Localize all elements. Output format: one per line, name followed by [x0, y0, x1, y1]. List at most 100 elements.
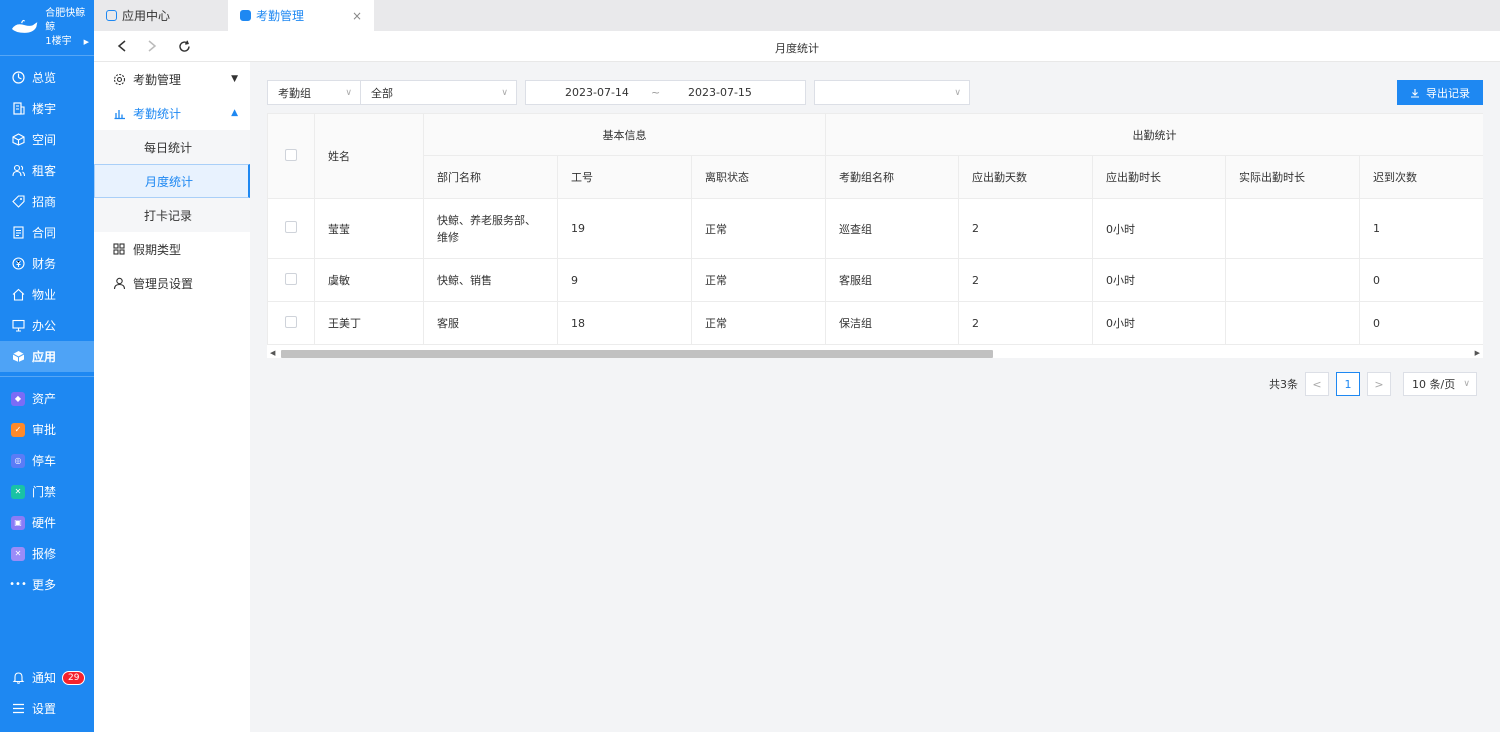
hardware-icon: ▣: [11, 515, 25, 530]
extra-select[interactable]: ∨: [814, 80, 970, 105]
chevron-down-icon: ∨: [954, 87, 961, 98]
header-group[interactable]: 考勤组名称: [825, 155, 959, 199]
nav-app-hardware[interactable]: ▣ 硬件: [0, 507, 94, 538]
approval-icon: ✓: [11, 422, 25, 437]
access-icon: ✕: [11, 484, 25, 499]
nav-app-repair[interactable]: ✕ 报修: [0, 538, 94, 569]
submenu-admin-settings[interactable]: 管理员设置: [94, 266, 250, 300]
cell-status: 正常: [691, 198, 826, 259]
row-checkbox[interactable]: [285, 272, 297, 285]
submenu-daily-stats[interactable]: 每日统计: [94, 130, 250, 164]
dashboard-icon: [11, 71, 25, 85]
nav-item-apps[interactable]: 应用: [0, 341, 94, 372]
nav-label: 应用: [32, 350, 57, 364]
group-value-select[interactable]: 全部 ∨: [360, 80, 517, 105]
cell-days: 2: [958, 301, 1093, 345]
date-start[interactable]: 2023-07-14: [565, 86, 629, 99]
nav-item-property[interactable]: 物业: [0, 279, 94, 310]
nav-item-settings[interactable]: 设置: [0, 693, 94, 724]
brand-switcher[interactable]: 合肥快鲸鲸 1楼宇 ▶: [0, 0, 94, 56]
nav-label: 楼宇: [32, 102, 57, 116]
cell-days: 2: [958, 258, 1093, 302]
header-days[interactable]: 应出勤天数: [958, 155, 1093, 199]
nav-item-overview[interactable]: 总览: [0, 62, 94, 93]
submenu-label: 管理员设置: [133, 276, 194, 291]
cell-dept: 快鲸、养老服务部、维修: [423, 198, 558, 259]
date-range-picker[interactable]: 2023-07-14 ~ 2023-07-15: [525, 80, 806, 105]
page-size-select[interactable]: 10 条/页 ∨: [1403, 372, 1477, 396]
tab-bar: 应用中心 考勤管理 ×: [94, 0, 1500, 31]
row-checkbox[interactable]: [285, 315, 297, 328]
cell-name: 莹莹: [314, 198, 424, 259]
nav-item-contract[interactable]: 合同: [0, 217, 94, 248]
table-row[interactable]: 虞敏 快鲸、销售 9 正常 客服组 2 0小时 0: [267, 258, 1483, 302]
submenu-holiday-type[interactable]: 假期类型: [94, 232, 250, 266]
tab-app-center[interactable]: 应用中心: [94, 0, 228, 31]
nav-app-approval[interactable]: ✓ 审批: [0, 414, 94, 445]
nav-item-tenant[interactable]: 租客: [0, 155, 94, 186]
nav-item-space[interactable]: 空间: [0, 124, 94, 155]
next-page-button[interactable]: >: [1367, 372, 1391, 396]
page-number-button[interactable]: 1: [1336, 372, 1360, 396]
header-dept[interactable]: 部门名称: [423, 155, 558, 199]
group-type-select[interactable]: 考勤组 ∨: [267, 80, 361, 105]
nav-item-more[interactable]: ••• 更多: [0, 569, 94, 600]
nav-item-building[interactable]: 楼宇: [0, 93, 94, 124]
row-checkbox[interactable]: [285, 221, 297, 233]
tab-attendance[interactable]: 考勤管理 ×: [228, 0, 374, 31]
nav-item-finance[interactable]: 财务: [0, 248, 94, 279]
bell-icon: [11, 671, 25, 685]
submenu-monthly-stats[interactable]: 月度统计: [94, 164, 250, 198]
nav-label: 审批: [32, 423, 57, 437]
nav-item-office[interactable]: 办公: [0, 310, 94, 341]
chevron-down-icon: ∨: [501, 87, 508, 98]
scrollbar-thumb[interactable]: [281, 350, 993, 358]
nav-item-investment[interactable]: 招商: [0, 186, 94, 217]
header-late[interactable]: 迟到次数: [1359, 155, 1483, 199]
scroll-left-icon[interactable]: ◀: [270, 349, 275, 357]
submenu-punch-record[interactable]: 打卡记录: [94, 198, 250, 232]
prev-page-button[interactable]: <: [1305, 372, 1329, 396]
header-hours[interactable]: 应出勤时长: [1092, 155, 1226, 199]
tab-label: 考勤管理: [256, 9, 305, 23]
cell-group: 客服组: [825, 258, 959, 302]
page-toolbar: 月度统计: [94, 31, 1500, 62]
cell-id: 9: [557, 258, 692, 302]
table-row[interactable]: 王美丁 客服 18 正常 保洁组 2 0小时 0: [267, 301, 1483, 345]
nav-label: 总览: [32, 71, 57, 85]
cell-status: 正常: [691, 301, 826, 345]
caret-right-icon: ▶: [83, 37, 90, 46]
cell-late: 0: [1359, 258, 1483, 302]
select-all-checkbox[interactable]: [285, 148, 297, 161]
submenu-attendance-stats[interactable]: 考勤统计 ▲: [94, 96, 250, 130]
nav-label: 门禁: [32, 485, 57, 499]
header-id[interactable]: 工号: [557, 155, 692, 199]
header-actual[interactable]: 实际出勤时长: [1225, 155, 1360, 199]
monitor-icon: [11, 319, 25, 333]
scroll-right-icon[interactable]: ▶: [1475, 349, 1480, 357]
nav-app-access[interactable]: ✕ 门禁: [0, 476, 94, 507]
app-tab-icon: [240, 10, 251, 21]
cell-actual: [1225, 258, 1360, 302]
nav-label: 财务: [32, 257, 57, 271]
group-value: 全部: [371, 86, 393, 100]
repair-icon: ✕: [11, 546, 25, 561]
brand-name: 合肥快鲸鲸: [45, 7, 86, 33]
building-icon: [11, 102, 25, 116]
nav-app-asset[interactable]: ◆ 资产: [0, 383, 94, 414]
header-name[interactable]: 姓名: [314, 113, 424, 199]
gear-icon: [112, 72, 126, 86]
main-sidebar: 合肥快鲸鲸 1楼宇 ▶ 总览 楼宇 空间 租客 招商 合同 财务 物业 办公 应…: [0, 0, 94, 732]
notify-count-badge: 29: [62, 670, 86, 685]
table-row[interactable]: 莹莹 快鲸、养老服务部、维修 19 正常 巡查组 2 0小时 1: [267, 198, 1483, 259]
nav-item-notify[interactable]: 通知 29: [0, 662, 94, 693]
submenu-attendance-manage[interactable]: 考勤管理 ▼: [94, 62, 250, 96]
export-records-button[interactable]: 导出记录: [1397, 80, 1483, 105]
close-icon[interactable]: ×: [352, 9, 362, 23]
main-nav: 总览 楼宇 空间 租客 招商 合同 财务 物业 办公 应用 ◆ 资产 ✓ 审批 …: [0, 56, 94, 600]
header-status[interactable]: 离职状态: [691, 155, 826, 199]
chevron-left-icon: <: [1312, 377, 1322, 391]
date-end[interactable]: 2023-07-15: [688, 86, 752, 99]
horizontal-scrollbar[interactable]: ◀ ▶: [267, 349, 1483, 358]
nav-app-parking[interactable]: ◎ 停车: [0, 445, 94, 476]
